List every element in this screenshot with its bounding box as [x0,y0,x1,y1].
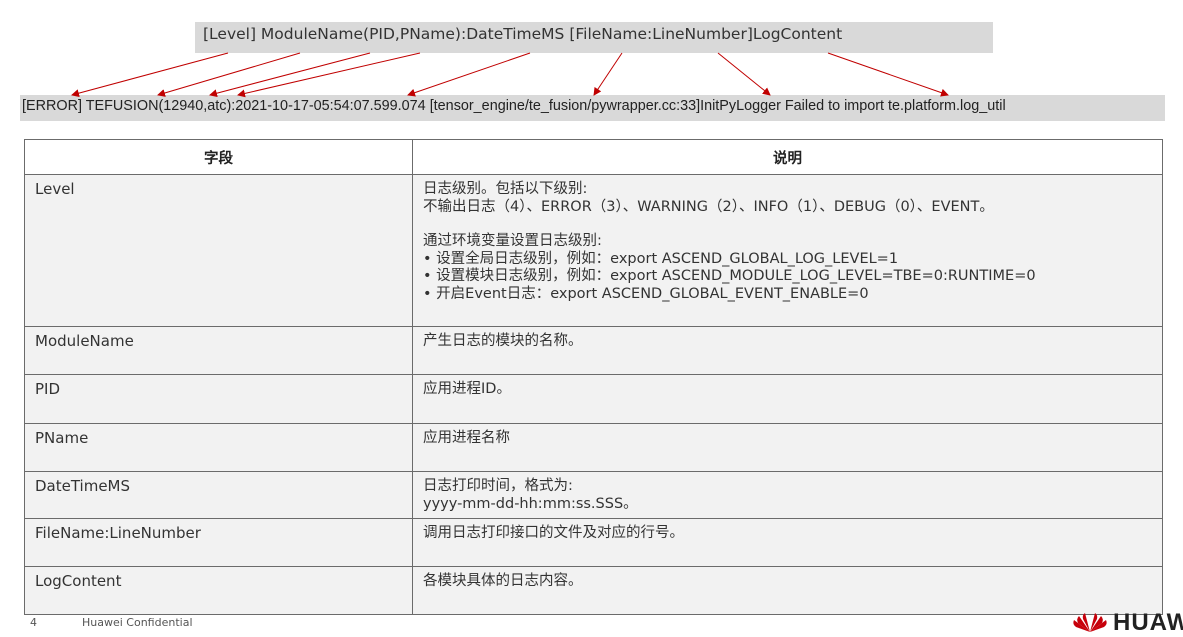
table-row: PName 应用进程名称 [24,423,1163,472]
arrow-pid [209,52,371,98]
field-description: 调用日志打印接口的文件及对应的行号。 [412,518,1163,567]
table-row: DateTimeMS 日志打印时间，格式为: yyyy-mm-dd-hh:mm:… [24,471,1163,519]
page-number: 4 [30,616,37,629]
bullet-text: 设置全局日志级别，例如：export ASCEND_GLOBAL_LOG_LEV… [436,250,899,267]
field-name: FileName:LineNumber [24,518,413,567]
table-row: PID 应用进程ID。 [24,374,1163,424]
bullet-text: 开启Event日志：export ASCEND_GLOBAL_EVENT_ENA… [436,285,869,302]
header-description: 说明 [412,139,1163,175]
log-fields-table: 字段 说明 Level 日志级别。包括以下级别: 不输出日志（4）、ERROR（… [24,139,1163,615]
field-name: PName [24,423,413,472]
field-name: Level [24,174,413,327]
arrow-linenumber [717,52,771,96]
description-line: 产生日志的模块的名称。 [423,333,583,349]
table-row: LogContent 各模块具体的日志内容。 [24,566,1163,615]
confidential-label: Huawei Confidential [82,616,193,629]
arrow-pname [237,52,421,98]
description-line: 不输出日志（4）、ERROR（3）、WARNING（2）、INFO（1）、DEB… [423,198,994,215]
description-line: 日志级别。包括以下级别: [423,181,588,197]
log-format-template: [Level] ModuleName(PID,PName):DateTimeMS… [195,22,993,53]
description-line: 通过环境变量设置日志级别: [423,233,602,250]
description-line: yyyy-mm-dd-hh:mm:ss.SSS。 [423,495,638,512]
field-description: 日志级别。包括以下级别: 不输出日志（4）、ERROR（3）、WARNING（2… [412,174,1163,327]
field-description: 各模块具体的日志内容。 [412,566,1163,615]
field-description: 应用进程名称 [412,423,1163,472]
arrow-filename [593,52,623,96]
description-line: 日志打印时间，格式为: [423,478,573,494]
field-name: PID [24,374,413,424]
description-bullet: 开启Event日志：export ASCEND_GLOBAL_EVENT_ENA… [423,286,1152,304]
huawei-logo-icon [1073,613,1107,632]
field-description: 日志打印时间，格式为: yyyy-mm-dd-hh:mm:ss.SSS。 [412,471,1163,519]
bullet-text: 设置模块日志级别，例如：export ASCEND_MODULE_LOG_LEV… [436,268,1036,285]
description-gap [423,216,1152,233]
table-header-row: 字段 说明 [24,139,1163,175]
description-line: 调用日志打印接口的文件及对应的行号。 [423,525,684,541]
description-line: 应用进程ID。 [423,381,511,397]
field-name: ModuleName [24,326,413,375]
description-line: 应用进程名称 [423,430,510,446]
logo-wordmark: HUAWEI [1113,609,1183,636]
description-bullet: 设置模块日志级别，例如：export ASCEND_MODULE_LOG_LEV… [423,268,1152,286]
header-field: 字段 [24,139,413,175]
field-description: 应用进程ID。 [412,374,1163,424]
description-bullet: 设置全局日志级别，例如：export ASCEND_GLOBAL_LOG_LEV… [423,251,1152,269]
table-row: ModuleName 产生日志的模块的名称。 [24,326,1163,375]
arrow-level [71,52,229,98]
field-name: LogContent [24,566,413,615]
log-sample-line: [ERROR] TEFUSION(12940,atc):2021-10-17-0… [20,95,1165,121]
field-description: 产生日志的模块的名称。 [412,326,1163,375]
description-line: 各模块具体的日志内容。 [423,573,583,589]
table-row: FileName:LineNumber 调用日志打印接口的文件及对应的行号。 [24,518,1163,567]
table-row: Level 日志级别。包括以下级别: 不输出日志（4）、ERROR（3）、WAR… [24,174,1163,327]
arrow-modulename [157,52,301,97]
arrow-logcontent [827,52,949,97]
field-name: DateTimeMS [24,471,413,519]
arrow-datetimems [407,52,531,97]
